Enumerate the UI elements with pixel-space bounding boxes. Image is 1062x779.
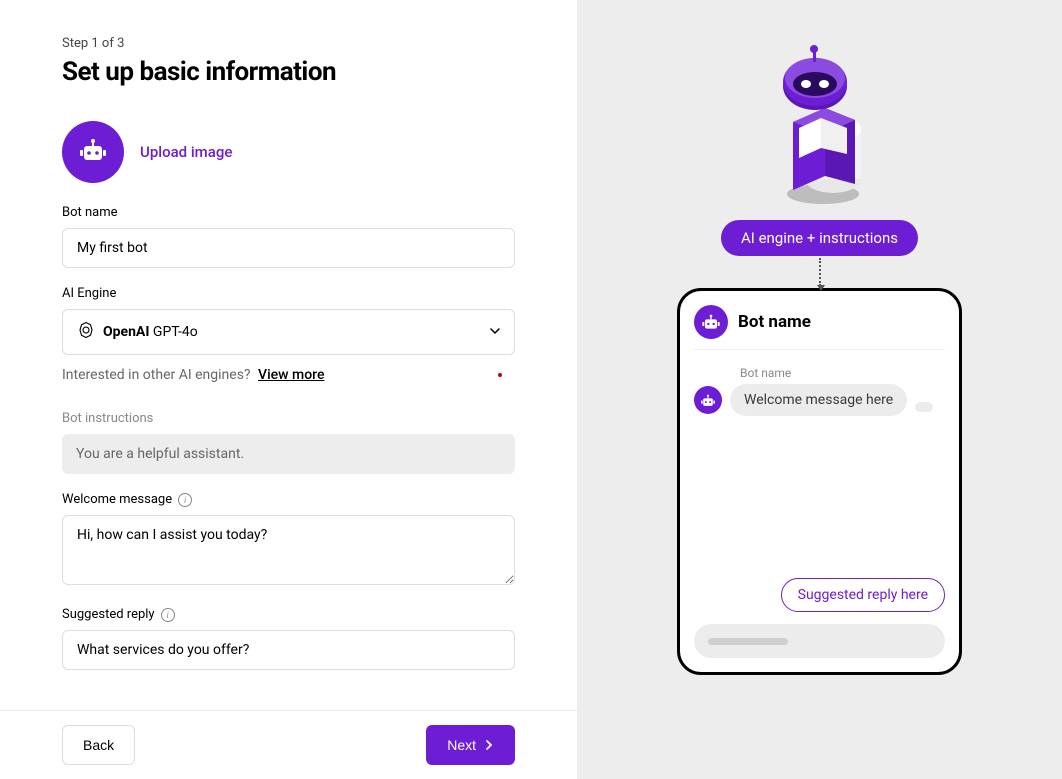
step-indicator: Step 1 of 3: [62, 36, 515, 51]
engine-instructions-pill: AI engine + instructions: [721, 220, 918, 256]
message-avatar: [694, 386, 722, 414]
chat-bot-label: Bot name: [740, 366, 945, 380]
ai-engine-brand: OpenAI: [103, 324, 149, 340]
chat-input-bar: [694, 624, 945, 658]
message-tail: [915, 402, 933, 412]
next-button-label: Next: [447, 737, 476, 753]
suggested-reply-input[interactable]: [62, 630, 515, 670]
view-more-link[interactable]: View more: [258, 367, 324, 383]
robot-mascot-icon: [755, 34, 885, 208]
bot-avatar-circle[interactable]: [62, 121, 124, 183]
back-button[interactable]: Back: [62, 725, 135, 765]
chevron-right-icon: [484, 737, 494, 753]
ai-engine-select[interactable]: OpenAI GPT-4o: [62, 309, 515, 355]
chat-avatar: [694, 305, 728, 339]
info-icon[interactable]: i: [178, 493, 192, 507]
chat-preview-card: Bot name Bot name: [677, 288, 962, 675]
ai-engine-model: GPT-4o: [153, 324, 198, 340]
bot-name-label: Bot name: [62, 205, 515, 220]
welcome-message-input[interactable]: Hi, how can I assist you today?: [62, 515, 515, 585]
page-title: Set up basic information: [62, 57, 515, 87]
next-button[interactable]: Next: [426, 725, 515, 765]
robot-icon: [78, 138, 108, 166]
info-icon[interactable]: i: [161, 608, 175, 622]
welcome-message-label: Welcome message: [62, 492, 172, 507]
chat-input-placeholder: [708, 638, 788, 645]
bot-instructions-label: Bot instructions: [62, 411, 515, 426]
bot-instructions-value: You are a helpful assistant.: [62, 434, 515, 474]
ai-engine-helper-text: Interested in other AI engines?: [62, 367, 251, 383]
arrow-down-icon: [819, 258, 821, 286]
suggested-reply-label: Suggested reply: [62, 607, 155, 622]
suggested-reply-pill: Suggested reply here: [781, 578, 945, 612]
bot-name-input[interactable]: [62, 228, 515, 268]
openai-icon: [77, 321, 95, 343]
notification-dot-icon: [498, 373, 502, 377]
chat-preview-title: Bot name: [738, 312, 811, 332]
chevron-down-icon: [490, 324, 500, 340]
welcome-message-bubble: Welcome message here: [730, 384, 907, 416]
ai-engine-label: AI Engine: [62, 286, 515, 301]
upload-image-link[interactable]: Upload image: [140, 143, 232, 161]
